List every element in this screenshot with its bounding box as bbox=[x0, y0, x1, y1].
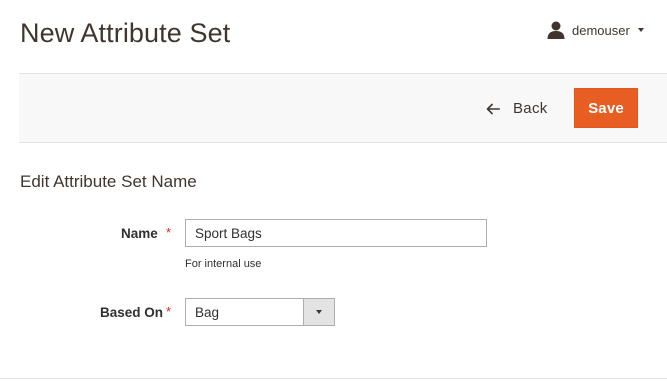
user-account-menu[interactable]: demouser bbox=[546, 20, 644, 40]
chevron-down-icon bbox=[637, 28, 644, 32]
page-title: New Attribute Set bbox=[20, 18, 231, 48]
based-on-label: Based On bbox=[100, 305, 164, 320]
user-name: demouser bbox=[572, 22, 630, 38]
save-button[interactable]: Save bbox=[574, 88, 638, 128]
back-button[interactable]: Back bbox=[486, 96, 548, 120]
name-label: Name bbox=[121, 226, 158, 241]
name-field-note: For internal use bbox=[185, 258, 262, 270]
section-title: Edit Attribute Set Name bbox=[20, 172, 197, 191]
chevron-down-icon bbox=[316, 310, 322, 314]
required-marker: * bbox=[166, 225, 172, 240]
based-on-select[interactable]: Bag bbox=[185, 298, 335, 326]
required-marker: * bbox=[166, 304, 172, 319]
back-button-label: Back bbox=[513, 99, 548, 117]
attribute-set-name-input[interactable] bbox=[185, 219, 487, 247]
page-actions-bar bbox=[19, 73, 667, 143]
based-on-selected-value: Bag bbox=[195, 305, 220, 320]
user-icon bbox=[546, 21, 566, 39]
divider bbox=[0, 378, 667, 379]
arrow-left-icon bbox=[486, 102, 500, 115]
select-toggle[interactable] bbox=[303, 299, 334, 325]
